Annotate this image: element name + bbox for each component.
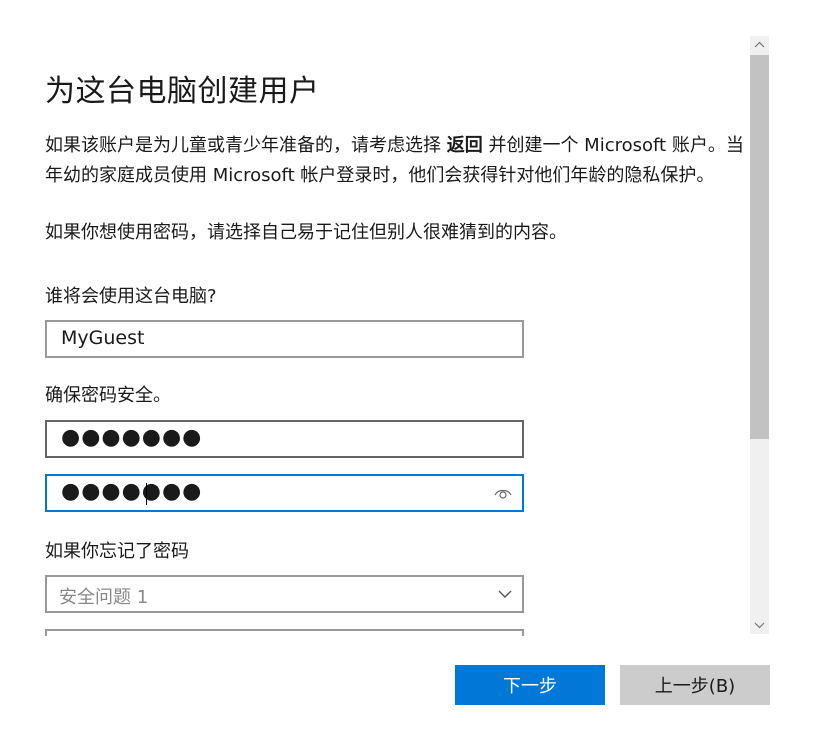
back-button[interactable]: 上一步(B) [620,665,770,705]
eye-icon[interactable] [494,486,512,500]
security-answer-input[interactable] [45,629,524,636]
who-label: 谁将会使用这台电脑? [45,286,217,307]
form-content: 为这台电脑创建用户 如果该账户是为儿童或青少年准备的，请考虑选择 返回 并创建一… [0,0,750,636]
secure-password-label: 确保密码安全。 [45,385,171,406]
text-caret [146,483,147,505]
next-button[interactable]: 下一步 [455,665,605,705]
scrollbar-thumb[interactable] [750,55,769,439]
chevron-up-icon[interactable] [750,36,769,54]
intro-text-part2: 并创建一个 Microsoft 账户。当 [482,135,744,156]
chevron-down-icon[interactable] [750,616,769,634]
username-value: MyGuest [61,327,145,349]
intro-back-word: 返回 [446,135,483,156]
intro-text: 如果该账户是为儿童或青少年准备的，请考虑选择 返回 并创建一个 Microsof… [45,131,744,191]
security-question-select[interactable]: 安全问题 1 [45,575,524,613]
intro-text-line2: 年幼的家庭成员使用 Microsoft 帐户登录时，他们会获得针对他们年龄的隐私… [45,165,715,186]
vertical-scrollbar[interactable] [750,36,769,634]
confirm-password-input[interactable]: ●●●●●●● [45,474,524,512]
confirm-password-value: ●●●●●●● [61,479,203,504]
create-user-dialog: 为这台电脑创建用户 如果该账户是为儿童或青少年准备的，请考虑选择 返回 并创建一… [0,0,815,750]
username-input[interactable]: MyGuest [45,320,524,358]
intro-text-part1: 如果该账户是为儿童或青少年准备的，请考虑选择 [45,135,447,156]
password-value: ●●●●●●● [61,425,203,450]
forgot-password-label: 如果你忘记了密码 [45,541,189,562]
password-hint-text: 如果你想使用密码，请选择自己易于记住但别人很难猜到的内容。 [45,222,567,243]
password-input[interactable]: ●●●●●●● [45,420,524,458]
security-question-value: 安全问题 1 [59,587,149,608]
chevron-down-icon [498,590,512,598]
page-title: 为这台电脑创建用户 [45,74,320,109]
